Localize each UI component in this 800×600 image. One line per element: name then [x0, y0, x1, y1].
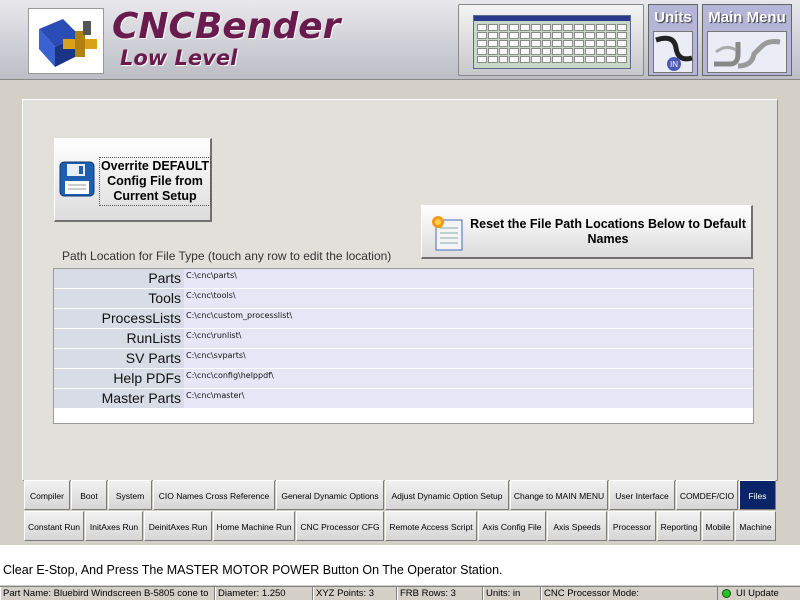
tab-machine[interactable]: Machine: [735, 511, 776, 541]
operator-message-bar: Clear E-Stop, And Press The MASTER MOTOR…: [0, 545, 800, 585]
units-button[interactable]: Units IN: [648, 4, 698, 76]
settings-tab-bar: Compiler Boot System CIO Names Cross Ref…: [22, 478, 778, 544]
path-row-master-parts[interactable]: Master Parts C:\cnc\master\: [54, 389, 753, 408]
path-value: C:\cnc\parts\: [184, 269, 753, 288]
path-row-tools[interactable]: Tools C:\cnc\tools\: [54, 289, 753, 308]
overwrite-label-line: Overrite DEFAULT: [100, 159, 210, 173]
tab-axis-config-file[interactable]: Axis Config File: [478, 511, 546, 541]
tab-cnc-processor-cfg[interactable]: CNC Processor CFG: [296, 511, 384, 541]
path-type-label: SV Parts: [54, 349, 184, 368]
tab-change-to-main-menu[interactable]: Change to MAIN MENU: [510, 480, 608, 510]
path-type-label: RunLists: [54, 329, 184, 348]
units-label: Units: [654, 9, 692, 26]
path-location-table: Parts C:\cnc\parts\ Tools C:\cnc\tools\ …: [53, 268, 754, 424]
status-ui-update: UI Update: [736, 588, 779, 599]
app-header: CNCBender Low Level Units IN Main Menu: [0, 0, 800, 80]
tab-boot[interactable]: Boot: [71, 480, 107, 510]
main-menu-label: Main Menu: [708, 9, 786, 26]
units-badge: IN: [670, 60, 678, 69]
tab-mobile[interactable]: Mobile: [702, 511, 734, 541]
path-value: C:\cnc\runlist\: [184, 329, 753, 348]
reset-button-label: Reset the File Path Locations Below to D…: [466, 217, 750, 247]
status-frb-rows: FRB Rows: 3: [397, 587, 483, 600]
status-xyz-points: XYZ Points: 3: [313, 587, 397, 600]
path-row-help-pdfs[interactable]: Help PDFs C:\cnc\config\helppdf\: [54, 369, 753, 388]
tab-system[interactable]: System: [108, 480, 152, 510]
units-icon: IN: [653, 31, 693, 73]
status-diameter: Diameter: 1.250: [215, 587, 313, 600]
status-units: Units: in: [483, 587, 541, 600]
tab-initaxes-run[interactable]: InitAxes Run: [85, 511, 143, 541]
overwrite-label-line: Current Setup: [113, 189, 197, 203]
path-type-label: ProcessLists: [54, 309, 184, 328]
path-table-caption: Path Location for File Type (touch any r…: [62, 249, 392, 263]
path-row-sv-parts[interactable]: SV Parts C:\cnc\svparts\: [54, 349, 753, 368]
tab-files[interactable]: Files: [739, 480, 776, 510]
tab-processor[interactable]: Processor: [608, 511, 656, 541]
tab-reporting[interactable]: Reporting: [657, 511, 701, 541]
path-type-label: Parts: [54, 269, 184, 288]
floppy-disk-icon: [59, 161, 95, 197]
path-value: C:\cnc\master\: [184, 389, 753, 408]
tab-remote-access-script[interactable]: Remote Access Script: [385, 511, 477, 541]
tab-deinitaxes-run[interactable]: DeinitAxes Run: [144, 511, 212, 541]
reset-label-line: Names: [587, 232, 629, 246]
tab-compiler[interactable]: Compiler: [24, 480, 70, 510]
path-value: C:\cnc\tools\: [184, 289, 753, 308]
status-processor-mode: CNC Processor Mode:: [541, 587, 718, 600]
path-value: C:\cnc\custom_processlist\: [184, 309, 753, 328]
path-type-label: Master Parts: [54, 389, 184, 408]
ui-update-indicator-icon: [722, 589, 731, 598]
app-subtitle: Low Level: [120, 46, 238, 70]
reset-file-paths-button[interactable]: Reset the File Path Locations Below to D…: [421, 205, 753, 259]
status-bar: Part Name: Bluebird Windscreen B-5805 co…: [0, 586, 800, 600]
path-row-parts[interactable]: Parts C:\cnc\parts\: [54, 269, 753, 288]
reset-document-icon: [432, 216, 463, 251]
operator-message: Clear E-Stop, And Press The MASTER MOTOR…: [3, 563, 503, 577]
main-menu-button[interactable]: Main Menu: [702, 4, 792, 76]
path-row-runlists[interactable]: RunLists C:\cnc\runlist\: [54, 329, 753, 348]
tab-comdef-cio[interactable]: COMDEF/CIO: [676, 480, 738, 510]
app-logo: [28, 8, 104, 74]
path-row-processlists[interactable]: ProcessLists C:\cnc\custom_processlist\: [54, 309, 753, 328]
app-title: CNCBender: [112, 6, 341, 47]
path-value: C:\cnc\config\helppdf\: [184, 369, 753, 388]
keyboard-icon: [473, 15, 631, 69]
path-type-label: Help PDFs: [54, 369, 184, 388]
bent-tube-icon: [707, 31, 787, 73]
tab-user-interface[interactable]: User Interface: [609, 480, 675, 510]
reset-label-line: Reset the File Path Locations Below to D…: [470, 217, 746, 231]
tab-cio-names-cross-reference[interactable]: CIO Names Cross Reference: [153, 480, 275, 510]
overwrite-button-label: Overrite DEFAULT Config File from Curren…: [99, 157, 211, 206]
tab-home-machine-run[interactable]: Home Machine Run: [213, 511, 295, 541]
bender-machine-icon: [39, 19, 97, 67]
tab-axis-speeds[interactable]: Axis Speeds: [547, 511, 607, 541]
overwrite-default-config-button[interactable]: Overrite DEFAULT Config File from Curren…: [54, 138, 212, 222]
tab-adjust-dynamic-option-setup[interactable]: Adjust Dynamic Option Setup: [385, 480, 509, 510]
path-value: C:\cnc\svparts\: [184, 349, 753, 368]
tab-constant-run[interactable]: Constant Run: [24, 511, 84, 541]
onscreen-keyboard-button[interactable]: [458, 4, 644, 76]
path-type-label: Tools: [54, 289, 184, 308]
tab-general-dynamic-options[interactable]: General Dynamic Options: [276, 480, 384, 510]
overwrite-label-line: Config File from: [107, 174, 203, 188]
status-part-name: Part Name: Bluebird Windscreen B-5805 co…: [0, 587, 215, 600]
